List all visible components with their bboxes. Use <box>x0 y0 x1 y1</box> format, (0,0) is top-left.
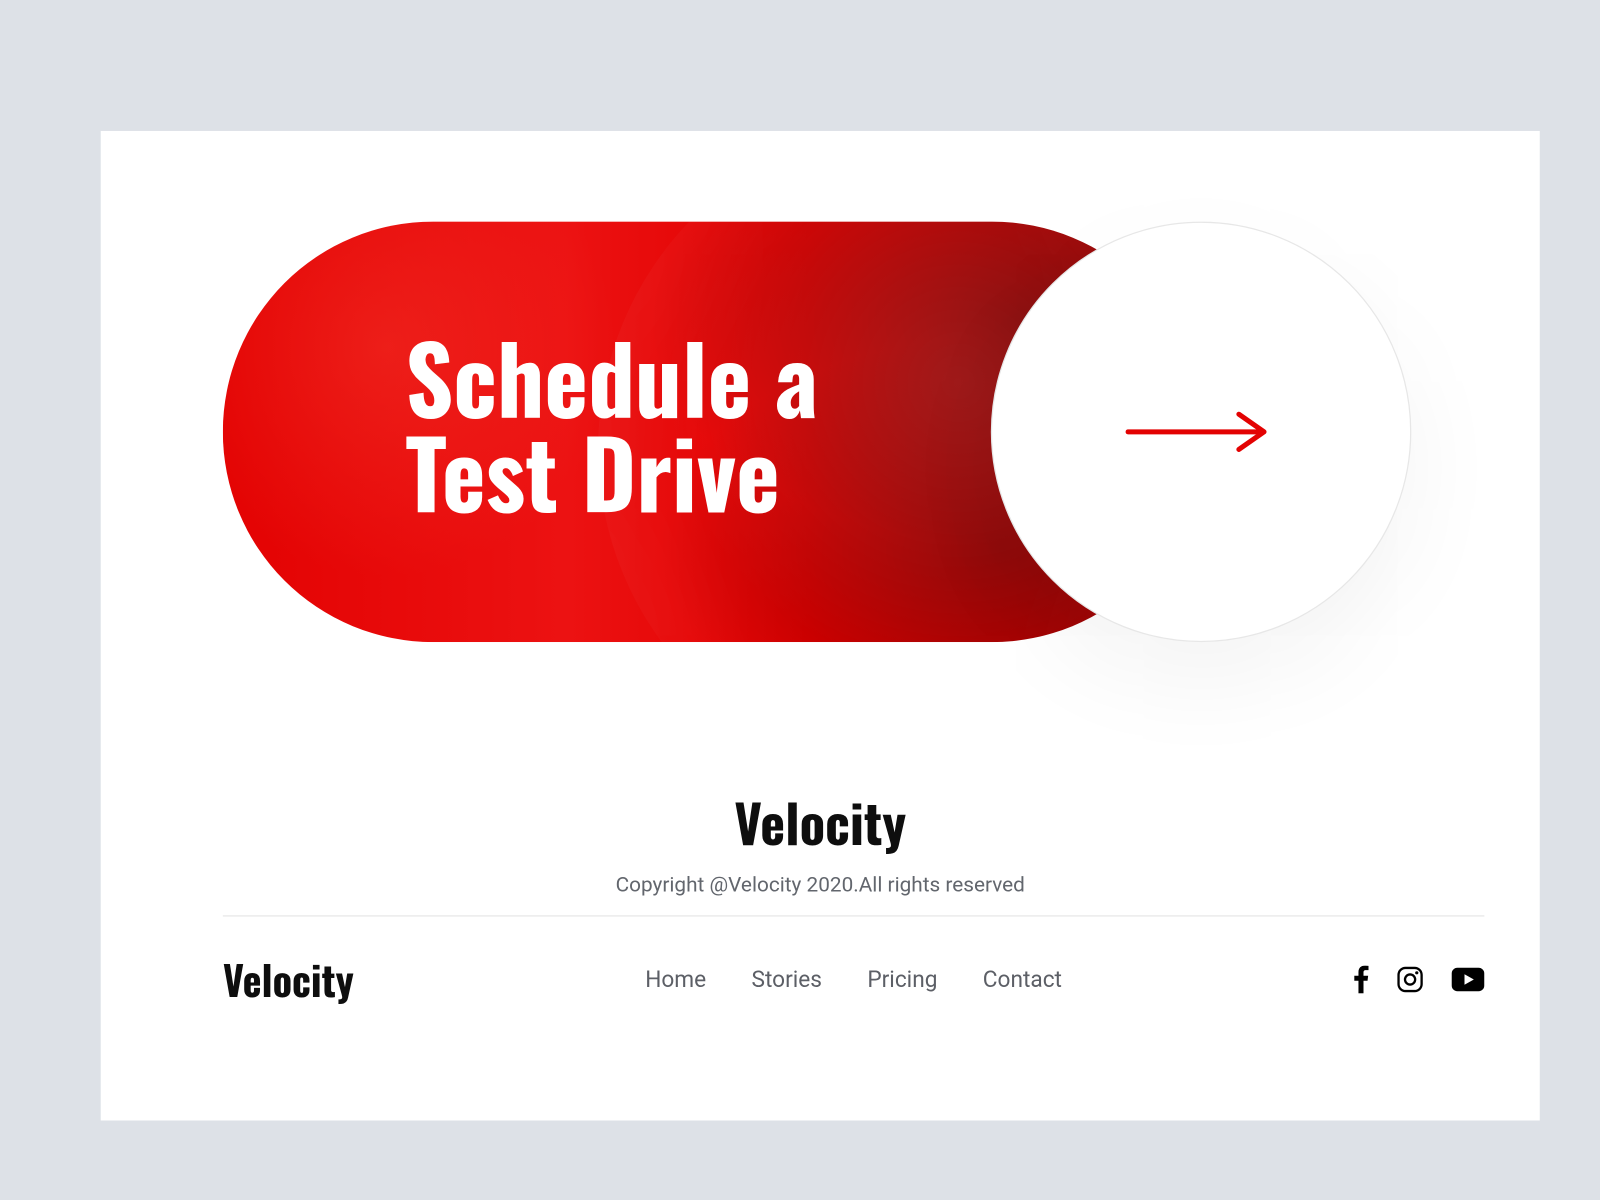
youtube-link[interactable] <box>1452 967 1485 992</box>
footer-nav: Home Stories Pricing Contact <box>645 966 1062 992</box>
cta-label: Schedule a Test Drive <box>405 330 818 520</box>
nav-contact[interactable]: Contact <box>983 966 1062 992</box>
cta-arrow-button[interactable] <box>991 222 1412 643</box>
schedule-test-drive-cta[interactable]: Schedule a Test Drive <box>223 222 1411 643</box>
nav-stories[interactable]: Stories <box>752 966 822 992</box>
footer-divider <box>223 915 1485 916</box>
instagram-link[interactable] <box>1396 966 1424 994</box>
footer: Velocity Home Stories Pricing Contact <box>223 952 1485 1007</box>
youtube-icon <box>1452 967 1485 992</box>
brand-name: Velocity <box>101 783 1540 861</box>
copyright-text: Copyright @Velocity 2020.All rights rese… <box>101 874 1540 898</box>
nav-pricing[interactable]: Pricing <box>867 966 937 992</box>
arrow-right-icon <box>1126 407 1277 457</box>
social-links <box>1353 966 1484 994</box>
footer-brand: Velocity <box>223 950 354 1009</box>
page-card: Schedule a Test Drive Velocity Copyright… <box>101 131 1540 1121</box>
facebook-icon <box>1353 966 1368 994</box>
nav-home[interactable]: Home <box>645 966 706 992</box>
brand-block: Velocity Copyright @Velocity 2020.All ri… <box>101 783 1540 898</box>
instagram-icon <box>1396 966 1424 994</box>
facebook-link[interactable] <box>1353 966 1368 994</box>
